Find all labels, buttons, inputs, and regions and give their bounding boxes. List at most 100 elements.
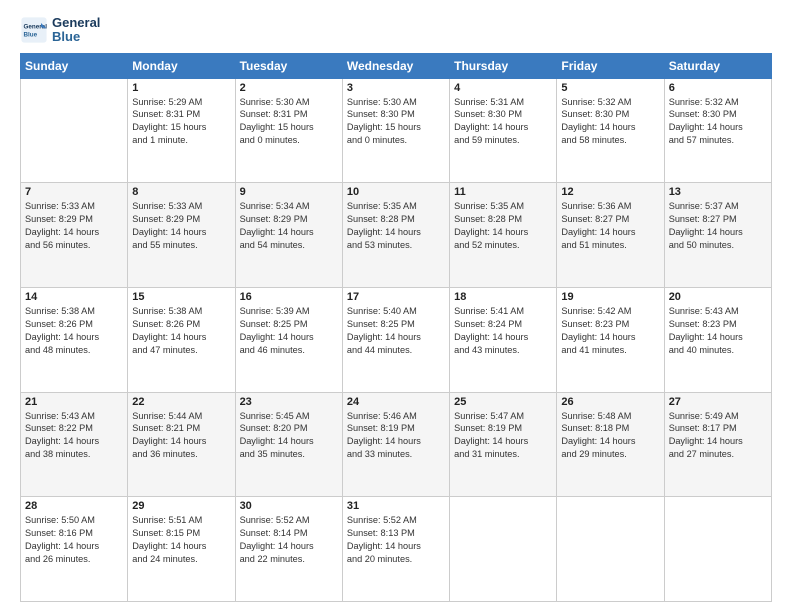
calendar-cell: 7 Sunrise: 5:33 AM Sunset: 8:29 PM Daylig… [21, 183, 128, 288]
calendar-cell: 29Sunrise: 5:51 AM Sunset: 8:15 PM Dayli… [128, 497, 235, 602]
day-number: 31 [347, 500, 445, 512]
calendar-cell: 15Sunrise: 5:38 AM Sunset: 8:26 PM Dayli… [128, 287, 235, 392]
day-number: 26 [561, 396, 659, 408]
calendar-week-row: 1 Sunrise: 5:29 AM Sunset: 8:31 PM Daylig… [21, 78, 772, 183]
calendar-cell: 20 Sunrise: 5:43 AM Sunset: 8:23 PM Dayli… [664, 287, 771, 392]
day-info: Sunrise: 5:30 AM Sunset: 8:31 PM Dayligh… [240, 96, 338, 148]
day-number: 6 [669, 82, 767, 94]
calendar-table: SundayMondayTuesdayWednesdayThursdayFrid… [20, 53, 772, 602]
calendar-cell: 21 Sunrise: 5:43 AM Sunset: 8:22 PM Dayli… [21, 392, 128, 497]
day-info: Sunrise: 5:38 AM Sunset: 8:26 PM Dayligh… [25, 305, 123, 357]
calendar-cell: 25 Sunrise: 5:47 AM Sunset: 8:19 PM Dayli… [450, 392, 557, 497]
calendar-cell [21, 78, 128, 183]
day-info: Sunrise: 5:30 AM Sunset: 8:30 PM Dayligh… [347, 96, 445, 148]
calendar-day-header: Tuesday [235, 53, 342, 78]
day-info: Sunrise: 5:33 AM Sunset: 8:29 PM Dayligh… [132, 200, 230, 252]
day-number: 10 [347, 186, 445, 198]
calendar-day-header: Wednesday [342, 53, 449, 78]
day-info: Sunrise: 5:33 AM Sunset: 8:29 PM Dayligh… [25, 200, 123, 252]
calendar-cell: 12 Sunrise: 5:36 AM Sunset: 8:27 PM Dayli… [557, 183, 664, 288]
day-number: 5 [561, 82, 659, 94]
day-number: 7 [25, 186, 123, 198]
day-info: Sunrise: 5:41 AM Sunset: 8:24 PM Dayligh… [454, 305, 552, 357]
calendar-day-header: Thursday [450, 53, 557, 78]
day-info: Sunrise: 5:34 AM Sunset: 8:29 PM Dayligh… [240, 200, 338, 252]
day-number: 23 [240, 396, 338, 408]
day-info: Sunrise: 5:47 AM Sunset: 8:19 PM Dayligh… [454, 410, 552, 462]
day-info: Sunrise: 5:38 AM Sunset: 8:26 PM Dayligh… [132, 305, 230, 357]
day-number: 3 [347, 82, 445, 94]
day-info: Sunrise: 5:43 AM Sunset: 8:23 PM Dayligh… [669, 305, 767, 357]
day-info: Sunrise: 5:52 AM Sunset: 8:13 PM Dayligh… [347, 514, 445, 566]
day-info: Sunrise: 5:46 AM Sunset: 8:19 PM Dayligh… [347, 410, 445, 462]
day-number: 19 [561, 291, 659, 303]
day-info: Sunrise: 5:44 AM Sunset: 8:21 PM Dayligh… [132, 410, 230, 462]
day-info: Sunrise: 5:48 AM Sunset: 8:18 PM Dayligh… [561, 410, 659, 462]
calendar-cell: 5 Sunrise: 5:32 AM Sunset: 8:30 PM Daylig… [557, 78, 664, 183]
day-number: 12 [561, 186, 659, 198]
calendar-cell: 9 Sunrise: 5:34 AM Sunset: 8:29 PM Daylig… [235, 183, 342, 288]
calendar-cell: 23Sunrise: 5:45 AM Sunset: 8:20 PM Dayli… [235, 392, 342, 497]
calendar-cell: 3 Sunrise: 5:30 AM Sunset: 8:30 PM Daylig… [342, 78, 449, 183]
svg-text:Blue: Blue [24, 32, 38, 39]
calendar-cell: 31 Sunrise: 5:52 AM Sunset: 8:13 PM Dayli… [342, 497, 449, 602]
day-info: Sunrise: 5:37 AM Sunset: 8:27 PM Dayligh… [669, 200, 767, 252]
day-number: 22 [132, 396, 230, 408]
calendar-cell: 30 Sunrise: 5:52 AM Sunset: 8:14 PM Dayli… [235, 497, 342, 602]
calendar-day-header: Saturday [664, 53, 771, 78]
day-info: Sunrise: 5:36 AM Sunset: 8:27 PM Dayligh… [561, 200, 659, 252]
logo-text: General Blue [52, 16, 100, 45]
calendar-cell: 10 Sunrise: 5:35 AM Sunset: 8:28 PM Dayli… [342, 183, 449, 288]
calendar-week-row: 28Sunrise: 5:50 AM Sunset: 8:16 PM Dayli… [21, 497, 772, 602]
day-info: Sunrise: 5:40 AM Sunset: 8:25 PM Dayligh… [347, 305, 445, 357]
calendar-cell: 28Sunrise: 5:50 AM Sunset: 8:16 PM Dayli… [21, 497, 128, 602]
calendar-cell: 19 Sunrise: 5:42 AM Sunset: 8:23 PM Dayli… [557, 287, 664, 392]
day-number: 21 [25, 396, 123, 408]
day-number: 2 [240, 82, 338, 94]
day-number: 29 [132, 500, 230, 512]
day-number: 25 [454, 396, 552, 408]
calendar-page: General Blue General Blue SundayMondayTu… [0, 0, 792, 612]
day-number: 8 [132, 186, 230, 198]
calendar-week-row: 21 Sunrise: 5:43 AM Sunset: 8:22 PM Dayli… [21, 392, 772, 497]
day-info: Sunrise: 5:42 AM Sunset: 8:23 PM Dayligh… [561, 305, 659, 357]
calendar-day-header: Sunday [21, 53, 128, 78]
day-info: Sunrise: 5:31 AM Sunset: 8:30 PM Dayligh… [454, 96, 552, 148]
day-info: Sunrise: 5:43 AM Sunset: 8:22 PM Dayligh… [25, 410, 123, 462]
day-info: Sunrise: 5:49 AM Sunset: 8:17 PM Dayligh… [669, 410, 767, 462]
page-header: General Blue General Blue [20, 16, 772, 45]
calendar-cell: 14Sunrise: 5:38 AM Sunset: 8:26 PM Dayli… [21, 287, 128, 392]
calendar-cell: 27 Sunrise: 5:49 AM Sunset: 8:17 PM Dayli… [664, 392, 771, 497]
calendar-cell [450, 497, 557, 602]
calendar-cell: 13Sunrise: 5:37 AM Sunset: 8:27 PM Dayli… [664, 183, 771, 288]
calendar-cell: 8 Sunrise: 5:33 AM Sunset: 8:29 PM Daylig… [128, 183, 235, 288]
day-number: 18 [454, 291, 552, 303]
day-number: 9 [240, 186, 338, 198]
day-number: 20 [669, 291, 767, 303]
day-number: 30 [240, 500, 338, 512]
day-info: Sunrise: 5:32 AM Sunset: 8:30 PM Dayligh… [669, 96, 767, 148]
day-number: 27 [669, 396, 767, 408]
calendar-day-header: Friday [557, 53, 664, 78]
calendar-cell: 2 Sunrise: 5:30 AM Sunset: 8:31 PM Daylig… [235, 78, 342, 183]
calendar-cell: 4 Sunrise: 5:31 AM Sunset: 8:30 PM Daylig… [450, 78, 557, 183]
logo: General Blue General Blue [20, 16, 100, 45]
day-number: 1 [132, 82, 230, 94]
day-info: Sunrise: 5:39 AM Sunset: 8:25 PM Dayligh… [240, 305, 338, 357]
calendar-header-row: SundayMondayTuesdayWednesdayThursdayFrid… [21, 53, 772, 78]
day-info: Sunrise: 5:32 AM Sunset: 8:30 PM Dayligh… [561, 96, 659, 148]
calendar-week-row: 7 Sunrise: 5:33 AM Sunset: 8:29 PM Daylig… [21, 183, 772, 288]
calendar-cell: 17 Sunrise: 5:40 AM Sunset: 8:25 PM Dayli… [342, 287, 449, 392]
day-number: 24 [347, 396, 445, 408]
calendar-week-row: 14Sunrise: 5:38 AM Sunset: 8:26 PM Dayli… [21, 287, 772, 392]
day-info: Sunrise: 5:35 AM Sunset: 8:28 PM Dayligh… [454, 200, 552, 252]
day-number: 4 [454, 82, 552, 94]
day-number: 17 [347, 291, 445, 303]
day-number: 16 [240, 291, 338, 303]
day-info: Sunrise: 5:29 AM Sunset: 8:31 PM Dayligh… [132, 96, 230, 148]
day-info: Sunrise: 5:52 AM Sunset: 8:14 PM Dayligh… [240, 514, 338, 566]
calendar-cell: 11Sunrise: 5:35 AM Sunset: 8:28 PM Dayli… [450, 183, 557, 288]
calendar-cell: 26 Sunrise: 5:48 AM Sunset: 8:18 PM Dayli… [557, 392, 664, 497]
day-info: Sunrise: 5:35 AM Sunset: 8:28 PM Dayligh… [347, 200, 445, 252]
calendar-cell [557, 497, 664, 602]
